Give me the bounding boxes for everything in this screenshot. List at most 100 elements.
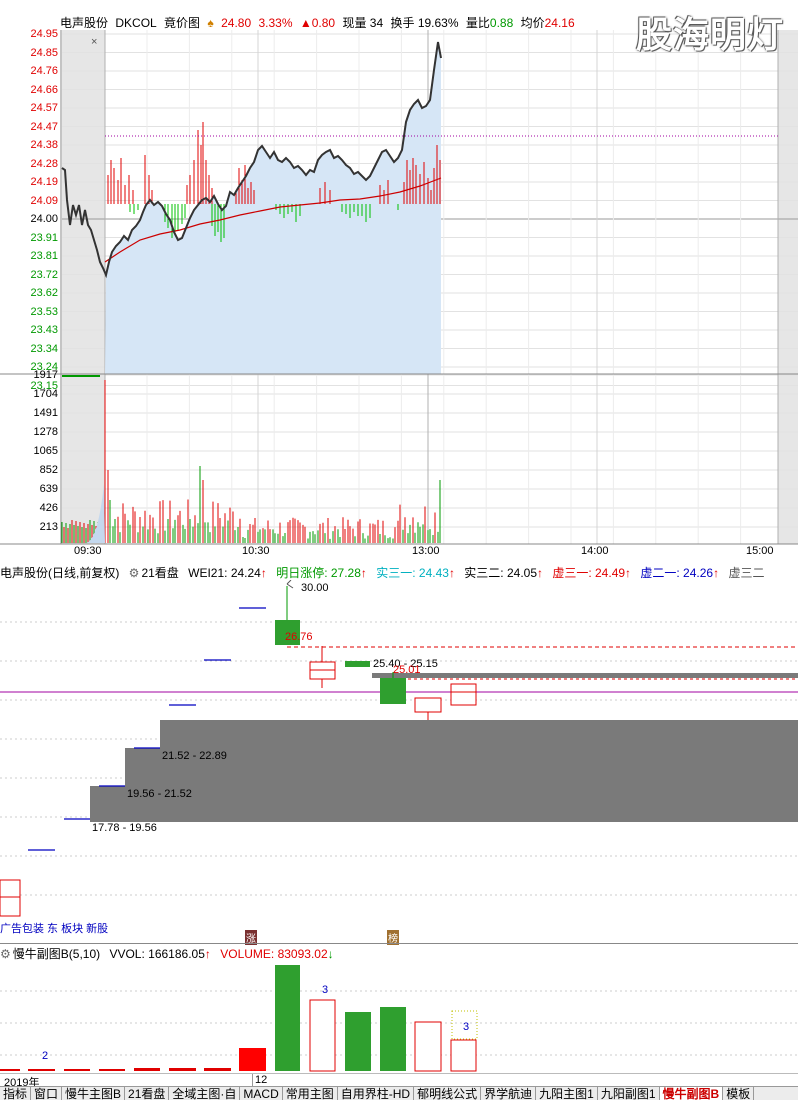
zone3-label: 17.78 - 19.56 — [92, 822, 157, 834]
auction-shade — [62, 30, 105, 544]
zone-bar-3 — [90, 786, 798, 822]
sub-number-label: 2 — [42, 1050, 49, 1062]
kline-high-label: 30.00 — [301, 582, 329, 594]
price-tick-label: 24.28 — [30, 157, 58, 170]
candle-green-3 — [380, 678, 406, 704]
news-ticker[interactable]: 广告包装 东 板块 新股 — [0, 920, 108, 936]
avg-price: 24.16 — [544, 16, 575, 30]
turnover-rate: 换手 19.63% — [390, 16, 459, 30]
avg-price-label: 均价 — [520, 16, 545, 30]
watermark-logo: 股海明灯 — [635, 15, 784, 56]
indicator-tab[interactable]: 窗口 — [31, 1087, 63, 1100]
quote-header: 电声股份 DKCOL 竟价图 ♠ 24.80 3.33% ▲0.80 现量 34… — [60, 14, 579, 32]
indicator-tab[interactable]: 常用主图 — [283, 1087, 338, 1100]
indicator-tab[interactable]: 郁明线公式 — [414, 1087, 482, 1100]
price-tick-label: 24.19 — [30, 176, 58, 188]
wei21-value: WEI21: 24.24 — [188, 566, 261, 580]
indicator-tab[interactable]: 九阳副图1 — [598, 1087, 660, 1100]
indicator-tab[interactable]: 模板 — [723, 1087, 755, 1100]
xu21-value: 虚二一: 24.26 — [640, 566, 714, 580]
up-arrow-icon: ↑ — [713, 566, 720, 580]
volume-tick-label: 1704 — [33, 388, 58, 400]
up-arrow-icon: ↑ — [204, 947, 211, 961]
bell-icon[interactable]: ♠ — [207, 16, 213, 30]
zone2-label: 19.56 - 21.52 — [127, 788, 192, 800]
date-axis: 2019年 12 — [0, 1073, 798, 1089]
price-tick-label: 24.47 — [30, 120, 58, 133]
price-tick-label: 24.85 — [30, 46, 58, 59]
month-label: 12 — [252, 1074, 267, 1086]
vvol-value: VVOL: 166186.05 — [109, 947, 205, 961]
volume-tick-label: 426 — [39, 502, 58, 514]
price-tick-label: 24.95 — [30, 28, 58, 40]
kline-k2-label: 25.01 — [393, 664, 421, 676]
intraday-volume-bars — [61, 375, 441, 543]
indicator-name[interactable]: 21看盘 — [141, 566, 178, 580]
sub-number-label: 3 — [322, 984, 329, 996]
close-icon[interactable]: × — [91, 36, 97, 48]
candle-red-3 — [450, 683, 477, 706]
limit-up-value: 明日涨停: 27.28 — [276, 566, 361, 580]
indicator-tab[interactable]: 自用界柱-HD — [338, 1087, 415, 1100]
zone1-label: 21.52 - 22.89 — [162, 750, 227, 762]
volume-tick-label: 639 — [39, 483, 58, 495]
gear-icon[interactable]: ⚙ — [0, 947, 11, 961]
sub-chart-header: ⚙ 慢牛副图B(5,10) VVOL: 166186.05↑ VOLUME: 83… — [0, 945, 340, 961]
sub-panel-separator — [0, 943, 798, 944]
time-tick-label: 09:30 — [74, 545, 102, 557]
price-tick-label: 24.66 — [30, 83, 58, 96]
xu31-value: 虚三一: 24.49 — [552, 566, 626, 580]
high-arrow-icon — [286, 580, 294, 589]
after-shade — [778, 30, 798, 544]
price-tick-label: 24.00 — [30, 213, 58, 225]
volume-ratio: 0.88 — [489, 16, 514, 30]
pct-change: 3.33% — [258, 16, 293, 30]
price-tick-label: 24.09 — [30, 194, 58, 207]
up-arrow-icon: ↑ — [260, 566, 267, 580]
down-arrow-icon: ↓ — [327, 947, 334, 961]
volume-tick-label: 1491 — [33, 407, 58, 419]
xu32-value: 虚三二 — [728, 566, 765, 580]
candle-red-2 — [414, 697, 442, 713]
zone-bar-top — [372, 673, 798, 678]
indicator-tab[interactable]: 全域主图·自 — [169, 1087, 241, 1100]
kline-chart[interactable] — [0, 580, 798, 945]
kline-title[interactable]: 电声股份(日线,前复权) — [0, 566, 119, 580]
volume-tick-label: 1278 — [33, 426, 58, 438]
sub-indicator-name[interactable]: 慢牛副图B(5,10) — [13, 947, 100, 961]
time-tick-label: 15:00 — [746, 545, 774, 557]
indicator-tab[interactable]: MACD — [240, 1087, 283, 1100]
kline-k1-label: 26.76 — [285, 631, 313, 643]
sub-number-label: 3 — [463, 1021, 470, 1033]
stock-name[interactable]: 电声股份 — [60, 16, 108, 30]
stock-code: DKCOL — [115, 16, 157, 30]
price-tick-label: 23.43 — [30, 324, 58, 336]
time-tick-label: 14:00 — [581, 545, 609, 557]
price-tick-label: 24.76 — [30, 65, 58, 77]
price-tick-label: 23.91 — [30, 231, 58, 244]
price-tick-label: 24.38 — [30, 139, 58, 151]
price-tick-label: 23.34 — [30, 342, 58, 355]
indicator-tab[interactable]: 慢牛主图B — [62, 1087, 126, 1100]
up-arrow-icon: ↑ — [448, 566, 455, 580]
volume-tick-label: 852 — [39, 464, 58, 476]
indicator-tab[interactable]: 慢牛副图B — [659, 1087, 724, 1100]
gear-icon[interactable]: ⚙ — [129, 566, 140, 580]
sub-volume-chart[interactable] — [0, 961, 798, 1073]
current-volume: 现量 34 — [342, 16, 384, 30]
intraday-chart[interactable] — [0, 0, 798, 560]
volume-ratio-label: 量比 — [465, 16, 490, 30]
candle-green-2 — [345, 661, 370, 667]
chart-mode[interactable]: 竟价图 — [164, 16, 200, 30]
indicator-tab[interactable]: 界学航迪 — [481, 1087, 537, 1100]
price-tick-label: 24.57 — [30, 102, 58, 114]
shi31-value: 实三一: 24.43 — [376, 566, 449, 580]
indicator-tab[interactable]: 指标 — [0, 1087, 32, 1100]
volume-tick-label: 213 — [39, 521, 58, 533]
price-tick-label: 23.62 — [30, 287, 58, 299]
indicator-tab[interactable]: 21看盘 — [125, 1087, 170, 1100]
up-arrow-icon: ↑ — [537, 566, 543, 580]
price-tick-label: 23.53 — [30, 305, 58, 318]
candle-red-left — [0, 879, 21, 917]
indicator-tab[interactable]: 九阳主图1 — [536, 1087, 598, 1100]
